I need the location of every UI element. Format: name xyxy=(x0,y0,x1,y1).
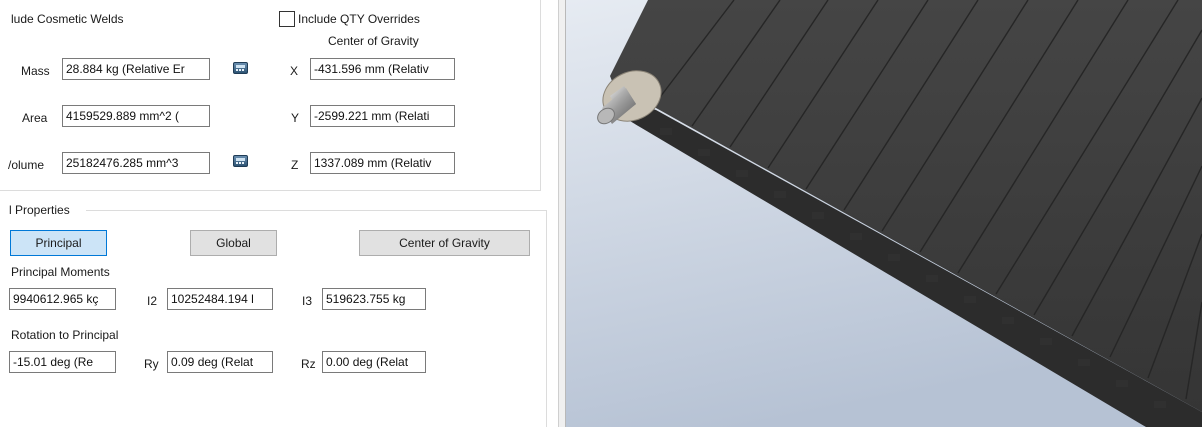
mass-field[interactable]: 28.884 kg (Relative Er xyxy=(62,58,210,80)
center-of-gravity-button[interactable]: Center of Gravity xyxy=(359,230,530,256)
inertial-properties-group-title: l Properties xyxy=(9,203,70,217)
panel-splitter[interactable] xyxy=(558,0,566,427)
mass-label: Mass xyxy=(21,64,50,78)
cog-y-field[interactable]: -2599.221 mm (Relati xyxy=(310,105,455,127)
include-cosmetic-welds-label: lude Cosmetic Welds xyxy=(11,12,124,26)
model-viewport[interactable] xyxy=(566,0,1202,427)
rx-field[interactable]: -15.01 deg (Re xyxy=(9,351,116,373)
volume-calculator-icon[interactable] xyxy=(233,155,248,167)
mass-calculator-icon[interactable] xyxy=(233,62,248,74)
inertial-group-right-border xyxy=(546,210,547,427)
ry-label: Ry xyxy=(144,357,159,371)
volume-label: /olume xyxy=(8,158,45,172)
area-field[interactable]: 4159529.889 mm^2 ( xyxy=(62,105,210,127)
volume-field[interactable]: 25182476.285 mm^3 xyxy=(62,152,210,174)
area-label: Area xyxy=(22,111,48,125)
center-of-gravity-heading: Center of Gravity xyxy=(328,34,419,48)
inertial-group-top-border xyxy=(86,210,546,211)
physical-group-right-border xyxy=(540,0,541,190)
i2-field[interactable]: 10252484.194 l xyxy=(167,288,273,310)
rz-field[interactable]: 0.00 deg (Relat xyxy=(322,351,426,373)
z-label: Z xyxy=(291,158,299,172)
rz-label: Rz xyxy=(301,357,316,371)
conveyor-model xyxy=(566,0,1202,427)
principal-button[interactable]: Principal xyxy=(10,230,107,256)
physical-group-bottom-border xyxy=(0,190,541,191)
i1-field[interactable]: 9940612.965 kç xyxy=(9,288,116,310)
x-label: X xyxy=(290,64,299,78)
include-qty-overrides-label[interactable]: Include QTY Overrides xyxy=(298,12,420,26)
cog-z-field[interactable]: 1337.089 mm (Relativ xyxy=(310,152,455,174)
global-button[interactable]: Global xyxy=(190,230,277,256)
i2-label: I2 xyxy=(147,294,158,308)
properties-panel: lude Cosmetic Welds Include QTY Override… xyxy=(0,0,558,427)
include-qty-overrides-checkbox[interactable] xyxy=(279,11,295,27)
y-label: Y xyxy=(291,111,300,125)
i3-label: I3 xyxy=(302,294,313,308)
ry-field[interactable]: 0.09 deg (Relat xyxy=(167,351,273,373)
rotation-to-principal-label: Rotation to Principal xyxy=(11,328,119,342)
principal-moments-label: Principal Moments xyxy=(11,265,110,279)
cog-x-field[interactable]: -431.596 mm (Relativ xyxy=(310,58,455,80)
i3-field[interactable]: 519623.755 kg xyxy=(322,288,426,310)
